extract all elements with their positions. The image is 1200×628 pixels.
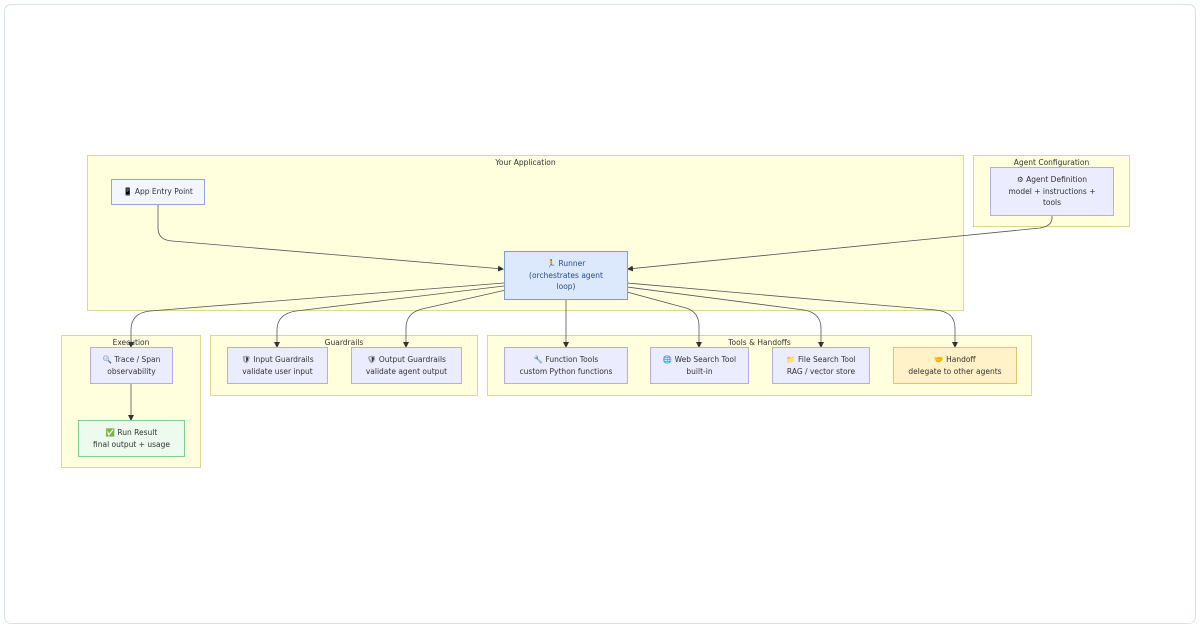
edge-runner-to-output-guardrails [403, 289, 507, 348]
node-description: RAG / vector store [786, 366, 856, 376]
tool-icon: 🔧 Function Tools [533, 355, 599, 364]
node-description: tools [1042, 198, 1062, 208]
node-description: delegate to other agents [908, 366, 1002, 376]
edge-runner-to-handoff [626, 282, 958, 348]
diagram-edges [128, 205, 1053, 421]
node-function-tools: 🔧 Function Tools custom Python functions [504, 347, 628, 384]
node-description: built-in [686, 366, 713, 376]
node-description: loop) [556, 282, 576, 292]
result-icon: ✅ Run Result [105, 428, 158, 437]
node-description: (orchestrates agent [529, 270, 603, 280]
node-description: validate agent output [365, 366, 448, 376]
node-web-search-tool: 🌐 Web Search Tool built-in [650, 347, 749, 384]
node-description: custom Python functions [519, 366, 613, 376]
node-agent-definition: ⚙ Agent Definition model + instructions … [990, 167, 1114, 216]
node-description: model + instructions + [1008, 186, 1096, 196]
node-runner: 🏃 Runner (orchestrates agent loop) [504, 251, 628, 300]
node-run-result: ✅ Run Result final output + usage [78, 420, 185, 457]
app-icon: 📱 App Entry Point [123, 187, 193, 197]
gear-icon: ⚙ Agent Definition [1016, 175, 1087, 185]
node-app-entry-point: 📱 App Entry Point [111, 179, 205, 205]
edge-runner-to-web-search [626, 291, 702, 348]
globe-icon: 🌐 Web Search Tool [662, 355, 737, 364]
node-description: validate user input [242, 366, 313, 376]
edge-agent-definition-to-runner [627, 216, 1053, 272]
shield-icon: 🛡 Input Guardrails [241, 355, 314, 364]
file-icon: 📁 File Search Tool [786, 355, 856, 364]
node-input-guardrails: 🛡 Input Guardrails validate user input [227, 347, 328, 384]
edge-runner-to-input-guardrails [274, 285, 505, 348]
node-output-guardrails: 🛡 Output Guardrails validate agent outpu… [351, 347, 462, 384]
node-description: observability [107, 366, 156, 376]
node-handoff: 🤝 Handoff delegate to other agents [893, 347, 1017, 384]
edge-runner-to-file-search [626, 286, 824, 348]
node-trace-span: 🔍 Trace / Span observability [90, 347, 173, 384]
runner-icon: 🏃 Runner [546, 259, 586, 269]
handoff-icon: 🤝 Handoff [934, 355, 976, 364]
edge-entry-to-runner [157, 205, 504, 272]
node-description: final output + usage [93, 439, 170, 449]
node-file-search-tool: 📁 File Search Tool RAG / vector store [772, 347, 870, 384]
trace-icon: 🔍 Trace / Span [102, 355, 161, 364]
shield-icon: 🛡 Output Guardrails [367, 355, 446, 364]
